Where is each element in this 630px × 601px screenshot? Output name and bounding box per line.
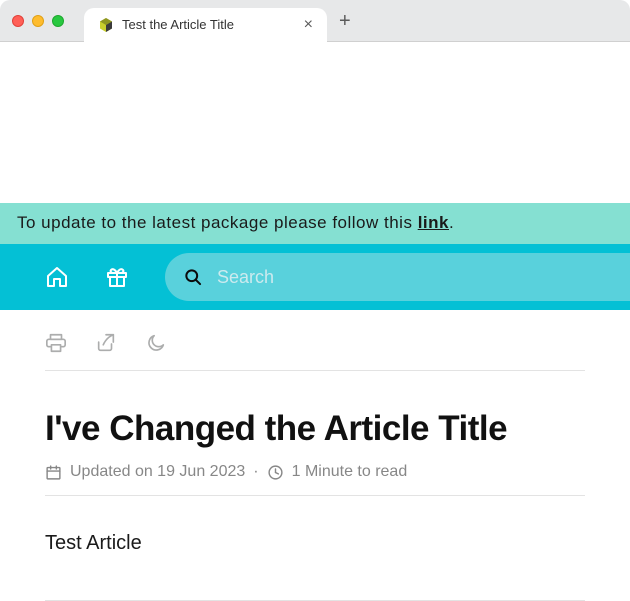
tab-close-button[interactable]: × (300, 15, 317, 35)
update-banner: To update to the latest package please f… (0, 203, 630, 244)
calendar-icon (45, 464, 62, 481)
tab-title: Test the Article Title (122, 17, 292, 32)
clock-icon (267, 464, 284, 481)
gift-icon[interactable] (105, 265, 129, 289)
window-close-button[interactable] (12, 15, 24, 27)
browser-titlebar: Test the Article Title × + (0, 0, 630, 42)
window-minimize-button[interactable] (32, 15, 44, 27)
traffic-lights (12, 15, 64, 27)
content-area: I've Changed the Article Title Updated o… (0, 310, 630, 601)
search-icon (183, 267, 203, 287)
article-meta: Updated on 19 Jun 2023 · 1 Minute to rea… (45, 463, 585, 496)
dark-mode-icon[interactable] (145, 332, 167, 354)
updated-date: Updated on 19 Jun 2023 (70, 463, 245, 481)
tab-favicon (98, 17, 114, 33)
banner-text-before: To update to the latest package please f… (17, 213, 418, 232)
share-icon[interactable] (95, 332, 117, 354)
read-time: 1 Minute to read (292, 463, 408, 481)
search-bar[interactable] (165, 253, 630, 301)
empty-header-area (0, 42, 630, 203)
print-icon[interactable] (45, 332, 67, 354)
meta-separator: · (253, 463, 258, 481)
action-row (45, 330, 585, 371)
banner-text-after: . (449, 213, 454, 232)
search-input[interactable] (217, 267, 630, 288)
new-tab-button[interactable]: + (339, 11, 351, 31)
article-title: I've Changed the Article Title (45, 409, 585, 449)
browser-tab[interactable]: Test the Article Title × (84, 8, 327, 42)
article-body: Test Article (45, 532, 585, 601)
navbar (0, 244, 630, 310)
banner-link[interactable]: link (418, 213, 449, 232)
home-icon[interactable] (45, 265, 69, 289)
window-maximize-button[interactable] (52, 15, 64, 27)
